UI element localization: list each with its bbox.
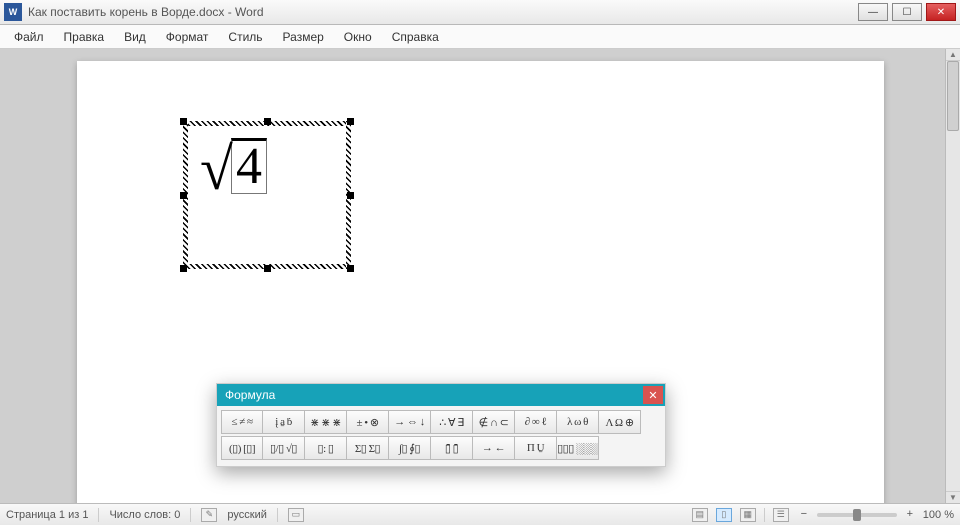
formula-row-1: ≤ ≠ ≈ į a̱ ḃ ⋇ ⋇ ⋇ ± • ⊗ → ⇔ ↓ ∴ ∀ ∃ ∉ ∩… — [221, 410, 661, 434]
resize-handle[interactable] — [264, 118, 271, 125]
resize-handle[interactable] — [180, 192, 187, 199]
close-button[interactable]: ✕ — [926, 3, 956, 21]
formula-btn-greek-upper[interactable]: Λ Ω ⊕ — [599, 410, 641, 434]
resize-handle[interactable] — [347, 192, 354, 199]
formula-btn-sets[interactable]: ∉ ∩ ⊂ — [473, 410, 515, 434]
status-page[interactable]: Страница 1 из 1 — [6, 509, 88, 521]
zoom-in-button[interactable]: + — [903, 508, 917, 522]
formula-btn-misc[interactable]: ∂ ∞ ℓ — [515, 410, 557, 434]
formula-row-2: (▯) [▯] ▯/▯ √▯ ▯: ▯ Σ▯ Σ▯ ∫▯ ∮▯ ▯̄ ▯̄ → … — [221, 436, 661, 460]
zoom-value[interactable]: 100 % — [923, 509, 954, 521]
menu-help[interactable]: Справка — [382, 26, 449, 48]
menu-edit[interactable]: Правка — [54, 26, 115, 48]
resize-handle[interactable] — [347, 265, 354, 272]
scroll-thumb[interactable] — [947, 61, 959, 131]
spellcheck-icon[interactable]: ✎ — [201, 508, 217, 522]
formula-btn-integrals[interactable]: ∫▯ ∮▯ — [389, 436, 431, 460]
formula-toolbar-window[interactable]: Формула ✕ ≤ ≠ ≈ į a̱ ḃ ⋇ ⋇ ⋇ ± • ⊗ → ⇔ ↓… — [216, 383, 666, 467]
app-icon: W — [4, 3, 22, 21]
zoom-slider[interactable] — [817, 513, 897, 517]
zoom-control: − + 100 % — [797, 508, 954, 522]
zoom-thumb[interactable] — [853, 509, 861, 521]
view-web-icon[interactable]: ▦ — [740, 508, 756, 522]
formula-btn-fractions-roots[interactable]: ▯/▯ √▯ — [263, 436, 305, 460]
minimize-button[interactable]: — — [858, 3, 888, 21]
formula-btn-sub-sup[interactable]: ▯: ▯ — [305, 436, 347, 460]
formula-btn-arrows[interactable]: → ⇔ ↓ — [389, 410, 431, 434]
formula-btn-products[interactable]: Π U̱ — [515, 436, 557, 460]
formula-btn-logic[interactable]: ∴ ∀ ∃ — [431, 410, 473, 434]
resize-handle[interactable] — [347, 118, 354, 125]
view-read-icon[interactable]: ▤ — [692, 508, 708, 522]
resize-handle[interactable] — [264, 265, 271, 272]
menu-window[interactable]: Окно — [334, 26, 382, 48]
window-titlebar: W Как поставить корень в Ворде.docx - Wo… — [0, 0, 960, 25]
status-bar: Страница 1 из 1 Число слов: 0 ✎ русский … — [0, 503, 960, 525]
equation-object[interactable]: √ 4 — [183, 121, 351, 269]
radical-icon: √ — [200, 142, 233, 198]
zoom-out-button[interactable]: − — [797, 508, 811, 522]
equation-content[interactable]: √ 4 — [200, 138, 267, 194]
formula-body: ≤ ≠ ≈ į a̱ ḃ ⋇ ⋇ ⋇ ± • ⊗ → ⇔ ↓ ∴ ∀ ∃ ∉ ∩… — [217, 406, 665, 466]
view-outline-icon[interactable]: ☰ — [773, 508, 789, 522]
resize-handle[interactable] — [180, 265, 187, 272]
formula-btn-brackets[interactable]: (▯) [▯] — [221, 436, 263, 460]
menu-style[interactable]: Стиль — [218, 26, 272, 48]
window-controls: — ☐ ✕ — [858, 3, 956, 21]
formula-btn-dots[interactable]: ⋇ ⋇ ⋇ — [305, 410, 347, 434]
formula-btn-operators[interactable]: ± • ⊗ — [347, 410, 389, 434]
insert-mode-icon[interactable]: ▭ — [288, 508, 304, 522]
formula-title-text: Формула — [225, 388, 275, 402]
formula-btn-overbar[interactable]: ▯̄ ▯̄ — [431, 436, 473, 460]
radicand-value[interactable]: 4 — [231, 138, 267, 194]
workspace: √ 4 ▲ ▼ Формула ✕ ≤ ≠ ≈ į a̱ ḃ ⋇ ⋇ ⋇ ± •… — [0, 49, 960, 503]
status-wordcount[interactable]: Число слов: 0 — [109, 509, 180, 521]
menu-view[interactable]: Вид — [114, 26, 156, 48]
formula-btn-matrices[interactable]: ▯▯▯ ░░░ — [557, 436, 599, 460]
window-title: Как поставить корень в Ворде.docx - Word — [28, 5, 858, 19]
status-language[interactable]: русский — [227, 509, 266, 521]
formula-titlebar[interactable]: Формула ✕ — [217, 384, 665, 406]
menu-file[interactable]: Файл — [4, 26, 54, 48]
scroll-down-arrow-icon[interactable]: ▼ — [946, 491, 960, 503]
menu-size[interactable]: Размер — [273, 26, 334, 48]
formula-btn-sums[interactable]: Σ▯ Σ▯ — [347, 436, 389, 460]
view-print-icon[interactable]: ▯ — [716, 508, 732, 522]
formula-btn-accents[interactable]: į a̱ ḃ — [263, 410, 305, 434]
formula-close-button[interactable]: ✕ — [643, 386, 663, 404]
formula-btn-relations[interactable]: ≤ ≠ ≈ — [221, 410, 263, 434]
menu-bar: Файл Правка Вид Формат Стиль Размер Окно… — [0, 25, 960, 49]
resize-handle[interactable] — [180, 118, 187, 125]
formula-btn-greek-lower[interactable]: λ ω θ — [557, 410, 599, 434]
vertical-scrollbar[interactable]: ▲ ▼ — [945, 49, 960, 503]
maximize-button[interactable]: ☐ — [892, 3, 922, 21]
menu-format[interactable]: Формат — [156, 26, 219, 48]
scroll-up-arrow-icon[interactable]: ▲ — [946, 49, 960, 61]
formula-btn-labeled-arrows[interactable]: → ← — [473, 436, 515, 460]
